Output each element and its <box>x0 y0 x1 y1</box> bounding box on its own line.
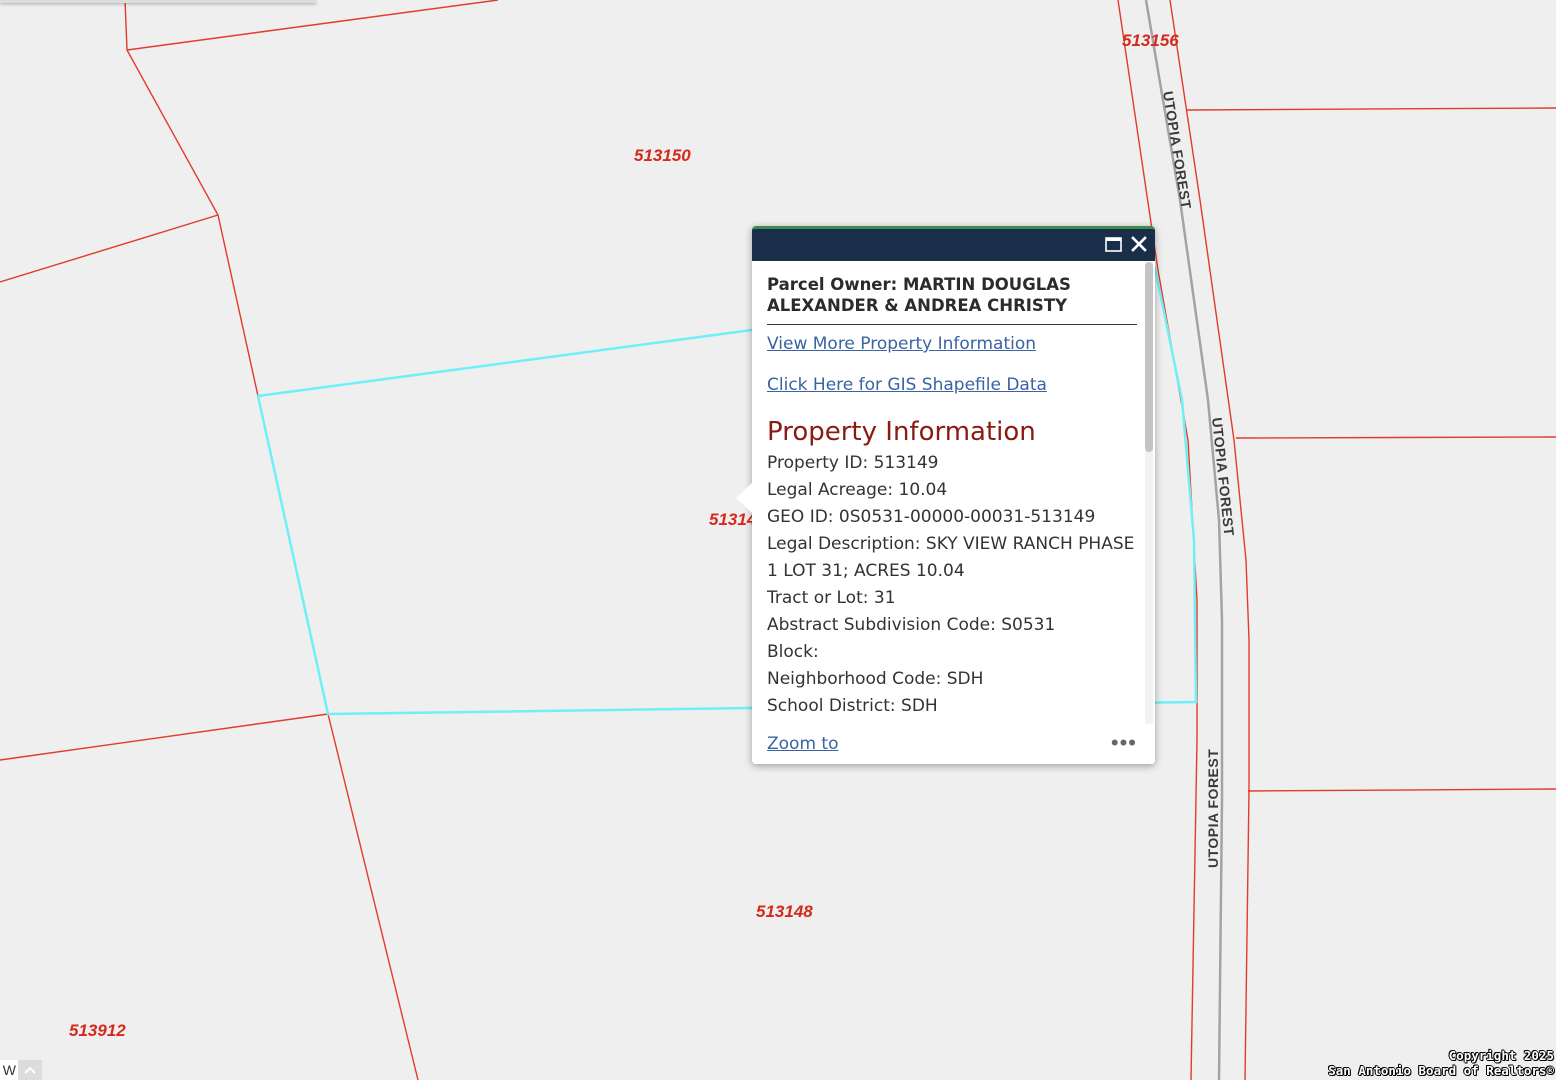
road-label: UTOPIA FOREST <box>1205 749 1221 868</box>
close-icon <box>1131 236 1147 252</box>
parcel-label: 513148 <box>756 902 813 921</box>
expand-button[interactable] <box>18 1060 42 1080</box>
maximize-button[interactable] <box>1102 233 1124 255</box>
parcel-label: 513150 <box>634 146 691 165</box>
owner-title: Parcel Owner: MARTIN DOUGLAS ALEXANDER &… <box>767 274 1137 325</box>
field-neighborhood-code: Neighborhood Code: SDH <box>767 669 984 689</box>
field-tract-or-lot: Tract or Lot: 31 <box>767 588 896 608</box>
field-block: Block: <box>767 642 819 662</box>
field-legal-description: Legal Description: SKY VIEW RANCH PHASE … <box>767 534 1135 581</box>
parcel-label: 513156 <box>1122 31 1179 50</box>
field-abstract-subdivision-code: Abstract Subdivision Code: S0531 <box>767 615 1056 635</box>
popup-scrollbar[interactable] <box>1145 262 1153 730</box>
gis-shapefile-link[interactable]: Click Here for GIS Shapefile Data <box>767 375 1137 395</box>
parcel-label: 513912 <box>69 1021 126 1040</box>
popup-header <box>752 226 1155 261</box>
copyright-owner: San Antonio Board of Realtors® <box>1328 1063 1554 1078</box>
field-geo-id: GEO ID: 0S0531-00000-00031-513149 <box>767 507 1096 527</box>
maximize-icon <box>1104 236 1122 252</box>
field-legal-acreage: Legal Acreage: 10.04 <box>767 480 948 500</box>
field-property-id: Property ID: 513149 <box>767 453 939 473</box>
zoom-to-link[interactable]: Zoom to <box>767 734 838 754</box>
popup-pointer <box>736 482 753 514</box>
ellipsis-icon[interactable]: ••• <box>1111 730 1137 756</box>
view-more-property-link[interactable]: View More Property Information <box>767 334 1137 354</box>
chevron-up-icon <box>24 1066 36 1074</box>
parcel-popup: Parcel Owner: MARTIN DOUGLAS ALEXANDER &… <box>736 226 1155 764</box>
corner-control[interactable]: W <box>0 1060 18 1080</box>
field-school-district: School District: SDH <box>767 696 938 716</box>
section-title: Property Information <box>767 417 1036 447</box>
toolbar-fragment <box>0 0 316 3</box>
popup-content[interactable]: Parcel Owner: MARTIN DOUGLAS ALEXANDER &… <box>752 261 1155 724</box>
copyright-notice: Copyright 2025 San Antonio Board of Real… <box>1328 1048 1554 1078</box>
popup-footer: Zoom to ••• <box>752 724 1155 764</box>
close-button[interactable] <box>1128 233 1150 255</box>
scrollbar-thumb[interactable] <box>1145 262 1153 452</box>
copyright-line: Copyright 2025 <box>1448 1048 1554 1063</box>
